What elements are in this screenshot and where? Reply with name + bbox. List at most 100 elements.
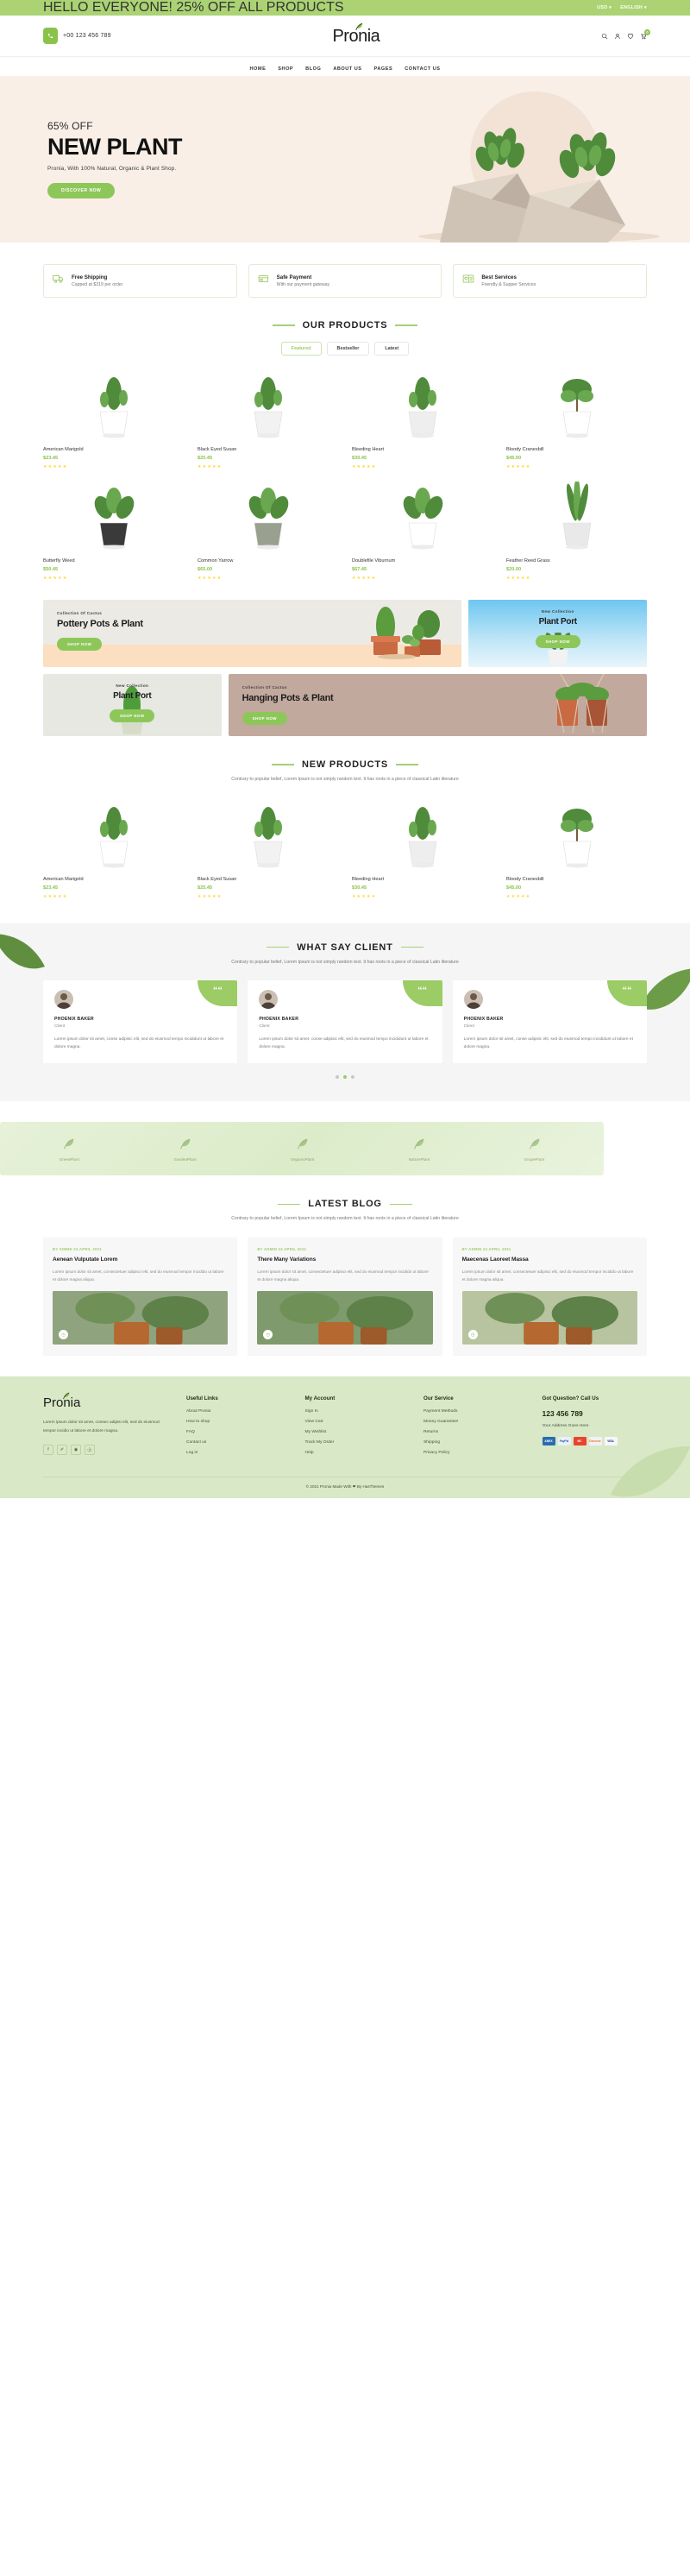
site-header: +00 123 456 789 Pronia 0 bbox=[0, 16, 690, 56]
footer-link[interactable]: FAQ bbox=[186, 1430, 292, 1434]
chevron-down-icon: ▾ bbox=[643, 5, 647, 10]
footer-link[interactable]: Track My Order bbox=[305, 1440, 411, 1445]
footer-link[interactable]: Shipping bbox=[423, 1440, 529, 1445]
product-image[interactable] bbox=[506, 370, 647, 439]
product-card[interactable]: Bleeding Heart $30.45 ★★★★★ bbox=[352, 799, 492, 899]
brand-logo[interactable]: GrapePlant bbox=[524, 1137, 544, 1162]
product-rating-stars: ★★★★★ bbox=[506, 893, 531, 899]
user-account-icon[interactable] bbox=[614, 33, 621, 40]
nav-item-home[interactable]: HOME bbox=[250, 66, 267, 72]
product-card[interactable]: Common Yarrow $65.00 ★★★★★ bbox=[198, 482, 338, 581]
dribbble-icon[interactable]: ⓓ bbox=[85, 1445, 95, 1456]
product-image[interactable] bbox=[43, 799, 184, 869]
twitter-icon[interactable]: ✐ bbox=[57, 1445, 67, 1456]
promo-shop-now-button[interactable]: SHOP NOW bbox=[57, 637, 103, 651]
cart-icon[interactable]: 0 bbox=[640, 28, 650, 40]
footer-link[interactable]: Privacy Policy bbox=[423, 1451, 529, 1455]
footer-link[interactable]: Sign In bbox=[305, 1409, 411, 1414]
footer-link[interactable]: My Wishlist bbox=[305, 1430, 411, 1434]
promo-plant-port-blue[interactable]: New Collection Plant Port SHOP NOW bbox=[468, 600, 647, 667]
currency-selector[interactable]: USD ▾ bbox=[597, 5, 612, 10]
product-card[interactable]: American Marigold $23.45 ★★★★★ bbox=[43, 370, 184, 469]
blog-card[interactable]: BY ADMIN 24 APRIL 2021 There Many Variat… bbox=[248, 1238, 442, 1357]
nav-item-shop[interactable]: SHOP bbox=[278, 66, 293, 72]
tab-latest[interactable]: Latest bbox=[374, 342, 410, 356]
promo-shop-now-button[interactable]: SHOP NOW bbox=[110, 709, 155, 722]
service-best-services: Best Services Friendly & Supper Services bbox=[453, 264, 648, 298]
product-card[interactable]: Doublefile Viburnum $67.45 ★★★★★ bbox=[352, 482, 492, 581]
promo-hanging-pots[interactable]: Collection Of Cactus Hanging Pots & Plan… bbox=[228, 674, 647, 736]
support-icon bbox=[462, 273, 474, 289]
promo-plant-port-small[interactable]: New Collection Plant Port SHOP NOW bbox=[43, 674, 222, 736]
product-card[interactable]: Bloody Cranesbill $45.00 ★★★★★ bbox=[506, 370, 647, 469]
nav-item-contact-us[interactable]: CONTACT US bbox=[405, 66, 440, 72]
avatar bbox=[259, 990, 279, 1010]
brand-logo[interactable]: NaturePlant bbox=[409, 1137, 430, 1162]
product-image[interactable] bbox=[352, 482, 492, 551]
product-card[interactable]: Feather Reed Grass $20.00 ★★★★★ bbox=[506, 482, 647, 581]
leaf-icon bbox=[62, 1389, 71, 1403]
product-card[interactable]: Black Eyed Susan $25.45 ★★★★★ bbox=[198, 370, 338, 469]
product-card[interactable]: Butterfly Weed $50.45 ★★★★★ bbox=[43, 482, 184, 581]
search-icon[interactable] bbox=[601, 33, 608, 40]
hero-title: NEW PLANT bbox=[47, 133, 182, 160]
wishlist-heart-icon[interactable] bbox=[627, 33, 634, 40]
footer-link[interactable]: Contact us bbox=[186, 1440, 292, 1445]
product-card[interactable]: Bloody Cranesbill $45.00 ★★★★★ bbox=[506, 799, 647, 899]
header-phone[interactable]: +00 123 456 789 bbox=[43, 28, 111, 44]
promo-pottery-pots[interactable]: Collection Of Cactus Pottery Pots & Plan… bbox=[43, 600, 462, 667]
product-image[interactable] bbox=[506, 799, 647, 869]
product-card[interactable]: Black Eyed Susan $25.45 ★★★★★ bbox=[198, 799, 338, 899]
site-logo[interactable]: Pronia bbox=[332, 22, 380, 45]
product-name: Black Eyed Susan bbox=[198, 876, 237, 882]
product-image[interactable] bbox=[352, 370, 492, 439]
credit-card-icon bbox=[258, 273, 270, 289]
language-selector[interactable]: ENGLISH ▾ bbox=[620, 5, 647, 10]
hero-discover-now-button[interactable]: DISCOVER NOW bbox=[47, 183, 116, 199]
footer-link[interactable]: Money Guarantee! bbox=[423, 1420, 529, 1424]
pagination-dot-active[interactable] bbox=[343, 1075, 347, 1080]
blog-card[interactable]: BY ADMIN 24 APRIL 2021 Aenean Vulputate … bbox=[43, 1238, 238, 1357]
instagram-icon[interactable]: ◉ bbox=[71, 1445, 81, 1456]
brand-logo[interactable]: GreenPlant bbox=[60, 1137, 79, 1162]
product-image[interactable] bbox=[43, 482, 184, 551]
product-image[interactable] bbox=[506, 482, 647, 551]
footer-link[interactable]: View Cart bbox=[305, 1420, 411, 1424]
footer-link[interactable]: About Pronia bbox=[186, 1409, 292, 1414]
product-price: $23.45 bbox=[43, 456, 59, 461]
footer-link[interactable]: Returns bbox=[423, 1430, 529, 1434]
brand-logo-list: GreenPlant GardenPlant OrganicPlant Natu… bbox=[0, 1122, 604, 1176]
promo-shop-now-button[interactable]: SHOP NOW bbox=[242, 711, 287, 725]
product-image[interactable] bbox=[198, 482, 338, 551]
footer-link[interactable]: How to shop bbox=[186, 1420, 292, 1424]
testimonial-author: PHOENIX BAKER bbox=[463, 1017, 504, 1023]
nav-item-blog[interactable]: BLOG bbox=[305, 66, 321, 72]
tab-bestseller[interactable]: Bestseller bbox=[326, 342, 370, 356]
footer-logo[interactable]: Pronia bbox=[43, 1393, 80, 1410]
promo-kicker: New Collection bbox=[541, 609, 574, 614]
pagination-dot[interactable] bbox=[336, 1075, 339, 1080]
product-image[interactable] bbox=[198, 799, 338, 869]
footer-link[interactable]: Payment Methods bbox=[423, 1409, 529, 1414]
nav-item-pages[interactable]: PAGES bbox=[374, 66, 393, 72]
service-title: Safe Payment bbox=[276, 274, 312, 280]
product-image[interactable] bbox=[352, 799, 492, 869]
promo-title: Plant Port bbox=[113, 691, 152, 701]
pagination-dot[interactable] bbox=[351, 1075, 354, 1080]
brand-logo[interactable]: OrganicPlant bbox=[291, 1137, 314, 1162]
product-rating-stars: ★★★★★ bbox=[506, 464, 531, 469]
product-card[interactable]: Bleeding Heart $30.45 ★★★★★ bbox=[352, 370, 492, 469]
product-image[interactable] bbox=[43, 370, 184, 439]
brand-logo[interactable]: GardenPlant bbox=[174, 1137, 197, 1162]
footer-link[interactable]: Help bbox=[305, 1451, 411, 1455]
product-card[interactable]: American Marigold $23.45 ★★★★★ bbox=[43, 799, 184, 899]
tab-featured[interactable]: Featured bbox=[280, 342, 322, 356]
nav-item-about-us[interactable]: ABOUT US bbox=[333, 66, 361, 72]
product-name: Bloody Cranesbill bbox=[506, 447, 544, 452]
facebook-icon[interactable]: f bbox=[43, 1445, 53, 1456]
blog-card[interactable]: BY ADMIN 24 APRIL 2021 Maecenas Laoreet … bbox=[452, 1238, 647, 1357]
product-rating-stars: ★★★★★ bbox=[198, 464, 223, 469]
footer-link[interactable]: Log in bbox=[186, 1451, 292, 1455]
product-image[interactable] bbox=[198, 370, 338, 439]
promo-shop-now-button[interactable]: SHOP NOW bbox=[535, 634, 580, 648]
